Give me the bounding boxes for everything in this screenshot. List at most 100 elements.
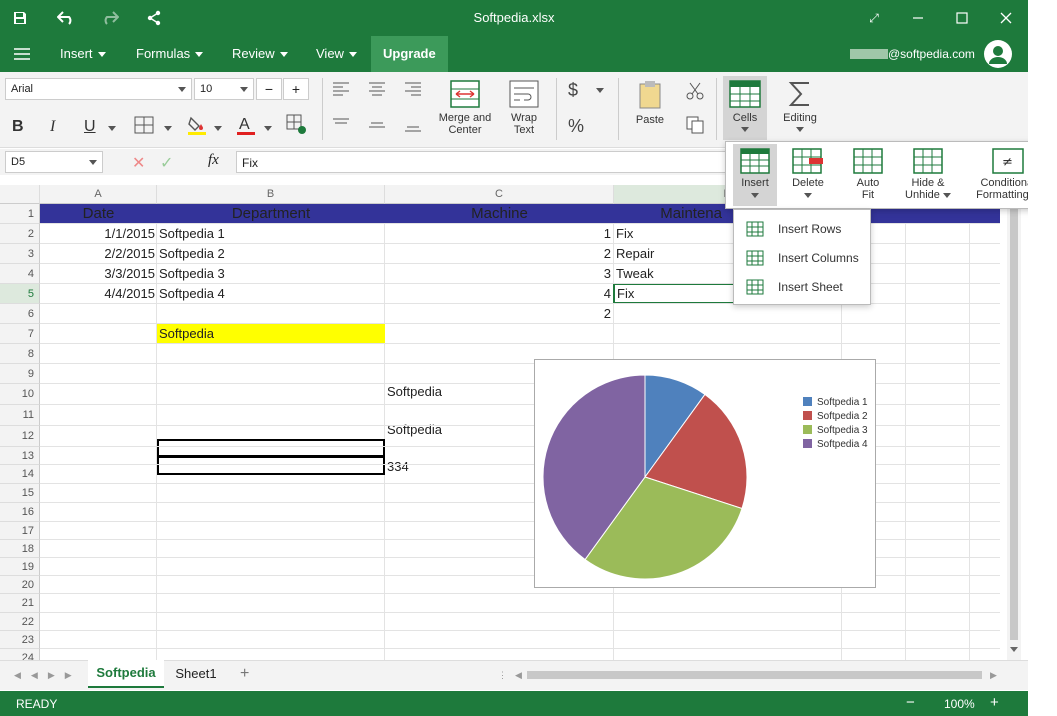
currency-button[interactable]: $ [568, 80, 578, 101]
percent-button[interactable]: % [568, 116, 584, 137]
cells-button[interactable]: Cells [723, 76, 767, 140]
align-left-icon[interactable] [333, 82, 349, 99]
cell-b1[interactable]: Department [157, 204, 385, 224]
decrease-font-button[interactable]: − [256, 78, 282, 100]
menu-review[interactable]: Review [232, 36, 288, 72]
currency-dropdown-icon[interactable] [596, 88, 604, 93]
avatar[interactable] [984, 40, 1012, 68]
underline-dropdown-icon[interactable] [108, 126, 116, 131]
row-header-16[interactable]: 16 [0, 503, 40, 522]
insert-sheet-item[interactable]: Insert Sheet [734, 273, 870, 301]
row-header-12[interactable]: 12 [0, 426, 40, 447]
cell-d1[interactable]: Maintena [614, 204, 724, 224]
font-name-select[interactable]: Arial [5, 78, 192, 100]
borders-dropdown-icon[interactable] [164, 126, 172, 131]
font-color-dropdown-icon[interactable] [264, 126, 272, 131]
align-middle-icon[interactable] [369, 118, 385, 135]
align-bottom-icon[interactable] [405, 118, 421, 135]
insert-cells-button[interactable]: Insert [733, 144, 777, 206]
formula-input[interactable]: Fix [236, 151, 726, 173]
cell-c2[interactable]: 1 [385, 226, 611, 241]
cell-c14[interactable]: 334 [387, 459, 527, 474]
insert-columns-item[interactable]: Insert Columns [734, 244, 870, 272]
add-sheet-button[interactable]: + [240, 665, 249, 683]
cancel-icon[interactable]: ✕ [132, 153, 145, 173]
cell-c10[interactable]: Softpedia [387, 384, 527, 399]
row-header-1[interactable]: 1 [0, 204, 40, 224]
cell-c3[interactable]: 2 [385, 246, 611, 261]
row-header-17[interactable]: 17 [0, 522, 40, 540]
autofit-button[interactable]: Auto Fit [846, 148, 890, 201]
vertical-scrollbar[interactable] [1007, 185, 1021, 660]
align-center-icon[interactable] [369, 82, 385, 99]
pie-chart[interactable]: Softpedia 1 Softpedia 2 Softpedia 3 Softped… [534, 359, 876, 588]
align-top-icon[interactable] [333, 118, 349, 135]
confirm-icon[interactable]: ✓ [160, 153, 173, 173]
row-header-24[interactable]: 24 [0, 649, 40, 660]
copy-icon[interactable] [686, 116, 704, 137]
menu-view[interactable]: View [316, 36, 357, 72]
name-box[interactable]: D5 [5, 151, 103, 173]
font-size-select[interactable]: 10 [194, 78, 254, 100]
zoom-out-button[interactable]: − [906, 694, 915, 711]
hscroll-right-icon[interactable]: ▶ [990, 670, 997, 681]
hamburger-menu-icon[interactable] [8, 36, 36, 72]
column-header-b[interactable]: B [157, 185, 385, 204]
row-header-5[interactable]: 5 [0, 284, 40, 304]
row-header-6[interactable]: 6 [0, 304, 40, 324]
cell-c6[interactable]: 2 [385, 306, 611, 321]
row-header-9[interactable]: 9 [0, 364, 40, 384]
cell-b13-bordered[interactable] [157, 439, 385, 457]
row-header-18[interactable]: 18 [0, 540, 40, 558]
cell-b4[interactable]: Softpedia 3 [159, 266, 379, 281]
menu-formulas[interactable]: Formulas [136, 36, 204, 72]
cell-b5[interactable]: Softpedia 4 [159, 286, 379, 301]
row-header-8[interactable]: 8 [0, 344, 40, 364]
italic-button[interactable]: I [50, 118, 55, 136]
cell-d2[interactable]: Fix [616, 226, 726, 241]
close-icon[interactable] [992, 0, 1020, 36]
minimize-icon[interactable] [904, 0, 932, 36]
cell-b3[interactable]: Softpedia 2 [159, 246, 379, 261]
row-header-4[interactable]: 4 [0, 264, 40, 284]
row-header-14[interactable]: 14 [0, 465, 40, 484]
zoom-in-button[interactable]: + [990, 694, 999, 711]
borders-icon[interactable] [134, 116, 154, 137]
cell-b2[interactable]: Softpedia 1 [159, 226, 379, 241]
cell-d3[interactable]: Repair [616, 246, 726, 261]
cell-a5[interactable]: 4/4/2015 [40, 286, 155, 301]
delete-cells-button[interactable]: Delete [786, 148, 830, 198]
font-color-icon[interactable]: A [236, 114, 256, 139]
sheet-tab-sheet1[interactable]: Sheet1 [168, 661, 224, 689]
align-right-icon[interactable] [405, 82, 421, 99]
row-header-23[interactable]: 23 [0, 631, 40, 649]
row-header-15[interactable]: 15 [0, 484, 40, 503]
cell-a2[interactable]: 1/1/2015 [40, 226, 155, 241]
cell-b14-bordered[interactable] [157, 456, 385, 475]
select-all-corner[interactable] [0, 185, 40, 204]
cell-b7[interactable]: Softpedia [157, 324, 385, 344]
row-header-10[interactable]: 10 [0, 384, 40, 405]
row-header-21[interactable]: 21 [0, 594, 40, 613]
fullscreen-icon[interactable]: ⤢ [860, 0, 888, 36]
row-header-2[interactable]: 2 [0, 224, 40, 244]
column-header-a[interactable]: A [40, 185, 157, 204]
row-header-11[interactable]: 11 [0, 405, 40, 426]
row-header-20[interactable]: 20 [0, 576, 40, 594]
hide-unhide-button[interactable]: Hide & Unhide [898, 148, 958, 201]
maximize-icon[interactable] [948, 0, 976, 36]
row-header-19[interactable]: 19 [0, 558, 40, 576]
cell-c5[interactable]: 4 [385, 286, 611, 301]
scrollbar-thumb[interactable] [1010, 205, 1018, 640]
cell-a4[interactable]: 3/3/2015 [40, 266, 155, 281]
paste-button[interactable]: Paste [630, 80, 670, 126]
fill-dropdown-icon[interactable] [214, 126, 222, 131]
function-button[interactable]: fx [208, 152, 219, 169]
underline-button[interactable]: U [84, 118, 96, 136]
cell-c1[interactable]: Machine [385, 204, 614, 224]
cell-a1[interactable]: Date [40, 204, 157, 224]
cell-d4[interactable]: Tweak [616, 266, 726, 281]
sheet-nav-arrows[interactable]: ◀◀▶▶ [14, 670, 82, 681]
insert-rows-item[interactable]: Insert Rows [734, 215, 870, 243]
cell-a3[interactable]: 2/2/2015 [40, 246, 155, 261]
